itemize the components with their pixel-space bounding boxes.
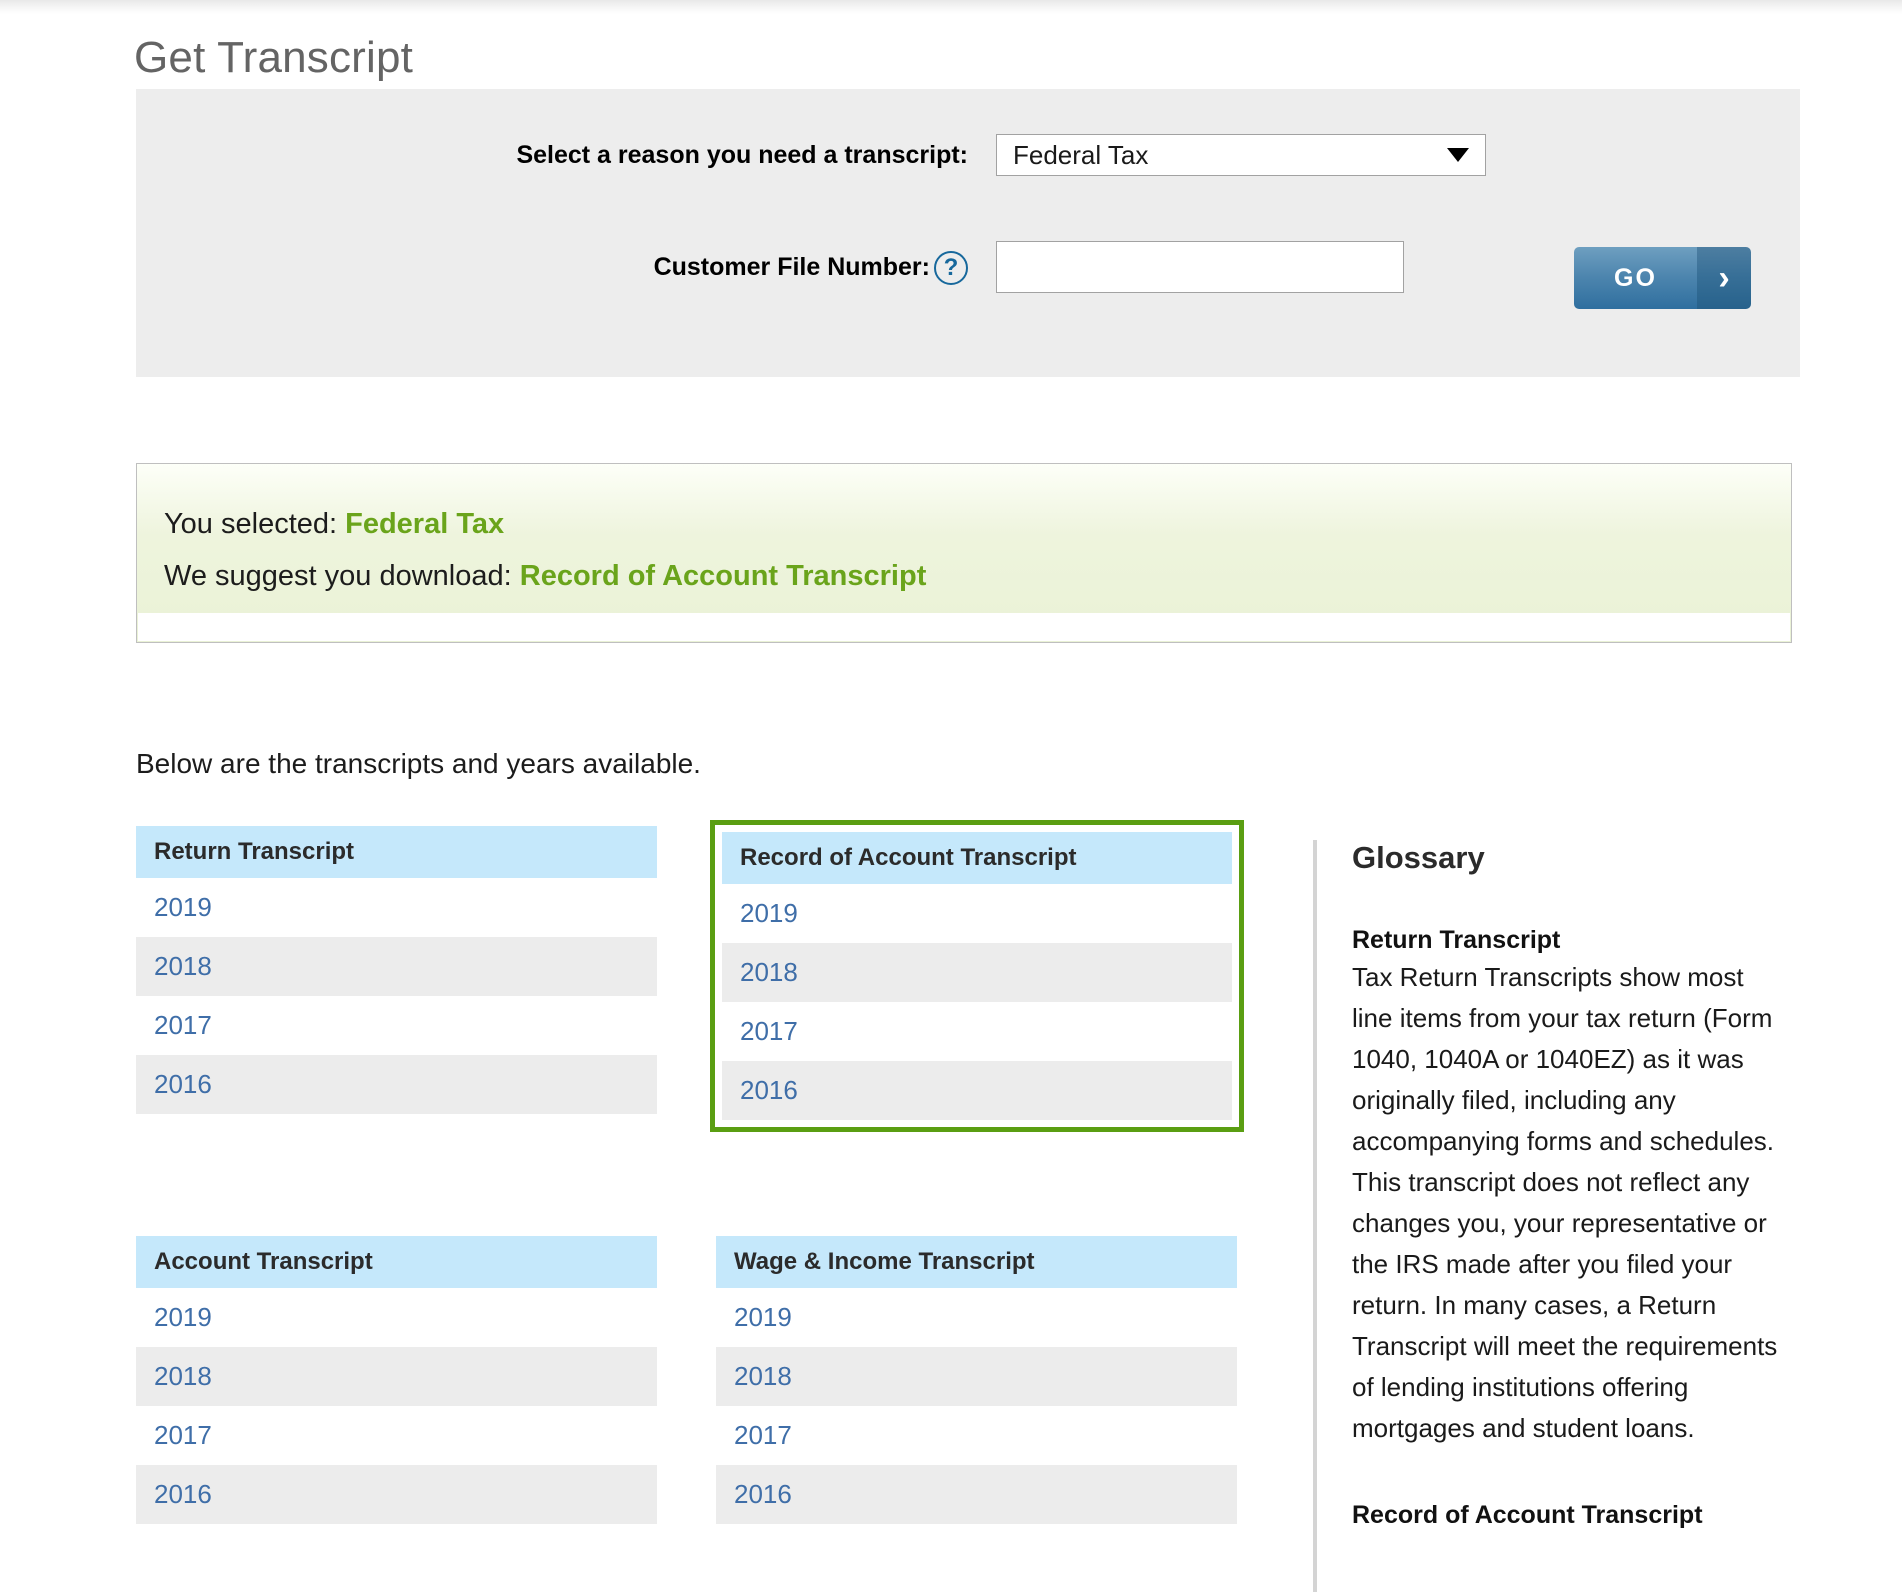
transcript-year-link[interactable]: 2018 — [136, 937, 657, 996]
go-button[interactable]: GO › — [1574, 247, 1751, 309]
reason-select[interactable]: Federal Tax — [996, 134, 1486, 176]
transcript-year-link[interactable]: 2018 — [136, 1347, 657, 1406]
top-gradient-strip — [0, 0, 1902, 14]
get-transcript-page: Get Transcript Select a reason you need … — [0, 0, 1902, 1592]
chevron-right-icon: › — [1697, 247, 1751, 309]
transcript-card-return: Return Transcript 2019 2018 2017 2016 — [136, 826, 657, 1114]
transcript-request-form: Select a reason you need a transcript: F… — [136, 89, 1800, 377]
transcript-card-record-of-account: Record of Account Transcript 2019 2018 2… — [710, 820, 1244, 1132]
transcript-year-link[interactable]: 2019 — [136, 878, 657, 937]
transcript-year-link[interactable]: 2017 — [722, 1002, 1232, 1061]
transcript-year-link[interactable]: 2019 — [136, 1288, 657, 1347]
transcript-year-link[interactable]: 2016 — [136, 1055, 657, 1114]
selected-reason-line: You selected: Federal Tax — [164, 508, 504, 541]
transcripts-intro-text: Below are the transcripts and years avai… — [136, 748, 701, 779]
suggested-transcript-prefix: We suggest you download: — [164, 560, 520, 592]
reason-label: Select a reason you need a transcript: — [516, 140, 968, 169]
transcript-year-link[interactable]: 2017 — [716, 1406, 1237, 1465]
transcript-year-link[interactable]: 2018 — [716, 1347, 1237, 1406]
transcript-year-link[interactable]: 2019 — [722, 884, 1232, 943]
glossary-heading: Glossary — [1352, 840, 1485, 875]
page-title: Get Transcript — [134, 33, 414, 83]
chevron-down-icon — [1447, 148, 1469, 162]
help-icon[interactable]: ? — [934, 251, 968, 285]
customer-file-number-label-text: Customer File Number: — [653, 252, 930, 281]
transcript-year-link[interactable]: 2017 — [136, 1406, 657, 1465]
transcript-card-account: Account Transcript 2019 2018 2017 2016 — [136, 1236, 657, 1524]
selected-reason-prefix: You selected: — [164, 508, 346, 540]
customer-file-number-label: Customer File Number: ? — [136, 251, 996, 285]
reason-select-value: Federal Tax — [1013, 139, 1149, 170]
card-title: Account Transcript — [136, 1236, 657, 1288]
transcript-year-link[interactable]: 2016 — [722, 1061, 1232, 1120]
glossary-definition: Tax Return Transcripts show most line it… — [1352, 962, 1778, 1443]
glossary-panel: Glossary Return Transcript Tax Return Tr… — [1313, 840, 1783, 1592]
go-button-label: GO — [1574, 247, 1697, 309]
card-title: Return Transcript — [136, 826, 657, 878]
customer-file-number-row: Customer File Number: ? — [136, 241, 1800, 293]
transcript-year-link[interactable]: 2018 — [722, 943, 1232, 1002]
transcript-year-link[interactable]: 2017 — [136, 996, 657, 1055]
glossary-term: Return Transcript — [1352, 926, 1561, 954]
customer-file-number-input[interactable] — [996, 241, 1404, 293]
transcript-year-link[interactable]: 2016 — [716, 1465, 1237, 1524]
reason-row: Select a reason you need a transcript: F… — [136, 134, 1800, 176]
suggested-transcript-line: We suggest you download: Record of Accou… — [164, 560, 926, 593]
suggested-transcript-value: Record of Account Transcript — [519, 560, 927, 592]
card-title: Wage & Income Transcript — [716, 1236, 1237, 1288]
suggestion-banner: You selected: Federal Tax We suggest you… — [136, 463, 1792, 643]
glossary-term: Record of Account Transcript — [1352, 1501, 1703, 1529]
transcript-year-link[interactable]: 2019 — [716, 1288, 1237, 1347]
banner-bottom-strip — [138, 613, 1790, 641]
selected-reason-value: Federal Tax — [345, 508, 505, 540]
transcript-year-link[interactable]: 2016 — [136, 1465, 657, 1524]
transcript-card-wage-income: Wage & Income Transcript 2019 2018 2017 … — [716, 1236, 1237, 1524]
card-title: Record of Account Transcript — [722, 832, 1232, 884]
